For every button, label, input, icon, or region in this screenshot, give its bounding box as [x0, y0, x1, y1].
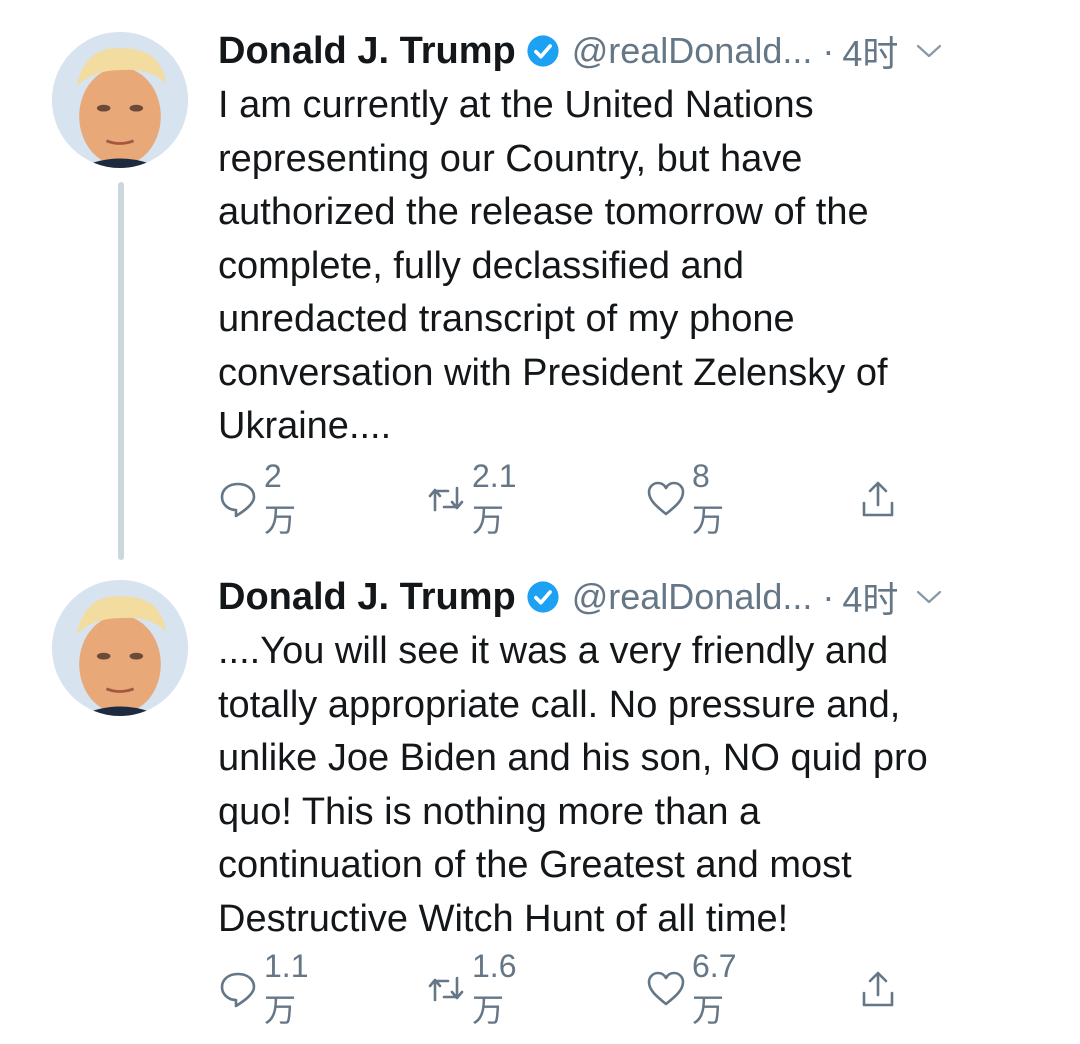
share-icon [862, 481, 894, 517]
share-button[interactable] [858, 964, 898, 1014]
display-name[interactable]: Donald J. Trump [218, 576, 516, 619]
tweet-text-line: ....You will see it was a very friendly … [218, 630, 889, 672]
retweet-icon [428, 486, 464, 512]
handle[interactable]: @realDonald... [572, 576, 813, 618]
chevron-down-icon[interactable] [916, 43, 942, 59]
tweet-text-line: totally appropriate call. No pressure an… [218, 683, 901, 726]
tweet-text: I am currently at the United Nations rep… [218, 79, 1020, 454]
like-count: 6.7万 [692, 947, 737, 1028]
tweet-text-line: quo! This is nothing more than a [218, 790, 761, 833]
avatar-image [52, 580, 188, 716]
like-count: 8万 [692, 457, 725, 538]
reply-button[interactable]: 2万 [218, 458, 296, 538]
retweet-count: 2.1万 [472, 457, 517, 538]
reply-icon [220, 972, 256, 1008]
verified-badge-icon [527, 581, 559, 613]
like-button[interactable]: 6.7万 [646, 948, 736, 1028]
handle[interactable]: @realDonald... [572, 30, 813, 72]
reply-button[interactable]: 1.1万 [218, 948, 308, 1028]
avatar[interactable] [52, 580, 188, 716]
retweet-button[interactable]: 1.6万 [426, 948, 516, 1028]
heart-icon [647, 971, 685, 1006]
share-icon [862, 971, 894, 1007]
tweet-text: ....You will see it was a very friendly … [218, 625, 1020, 946]
reply-count: 2万 [264, 457, 297, 538]
timestamp[interactable]: 4时 [842, 25, 898, 77]
tweet-text-line: complete, fully declassified and [218, 244, 744, 287]
retweet-count: 1.6万 [472, 947, 517, 1028]
thread-line [118, 182, 124, 560]
tweet-header: Donald J. Trump @realDonald... · 4时 [218, 26, 1030, 76]
timestamp[interactable]: 4时 [842, 571, 898, 623]
tweet-text-line: conversation with President Zelensky of [218, 351, 888, 394]
tweet-text-line: continuation of the Greatest and most [218, 844, 852, 886]
tweet-text-line: unredacted transcript of my phone [218, 298, 795, 340]
reply-count: 1.1万 [264, 947, 309, 1028]
tweet-text-line: representing our Country, but have [218, 137, 803, 180]
tweet-header: Donald J. Trump @realDonald... · 4时 [218, 572, 1030, 622]
like-button[interactable]: 8万 [646, 458, 724, 538]
heart-icon [647, 481, 685, 516]
tweet-text-line: unlike Joe Biden and his son, NO quid pr… [218, 737, 928, 779]
separator-dot: · [822, 576, 835, 617]
chevron-down-icon[interactable] [916, 589, 942, 605]
tweet-text-line: I am currently at the United Nations [218, 84, 814, 126]
retweet-icon [428, 976, 464, 1002]
avatar[interactable] [52, 32, 188, 168]
tweet[interactable]: Donald J. Trump @realDonald... · 4时 ....… [0, 560, 1080, 1044]
verified-badge-icon [527, 35, 559, 67]
retweet-button[interactable]: 2.1万 [426, 458, 516, 538]
tweet-text-line: Ukraine.... [218, 405, 392, 447]
display-name[interactable]: Donald J. Trump [218, 30, 516, 73]
avatar-image [52, 32, 188, 168]
reply-icon [220, 482, 256, 518]
tweet-text-line: Destructive Witch Hunt of all time! [218, 897, 789, 940]
share-button[interactable] [858, 474, 898, 524]
separator-dot: · [822, 30, 835, 71]
tweet-text-line: authorized the release tomorrow of the [218, 191, 869, 233]
tweet[interactable]: Donald J. Trump @realDonald... · 4时 I am… [0, 0, 1080, 560]
